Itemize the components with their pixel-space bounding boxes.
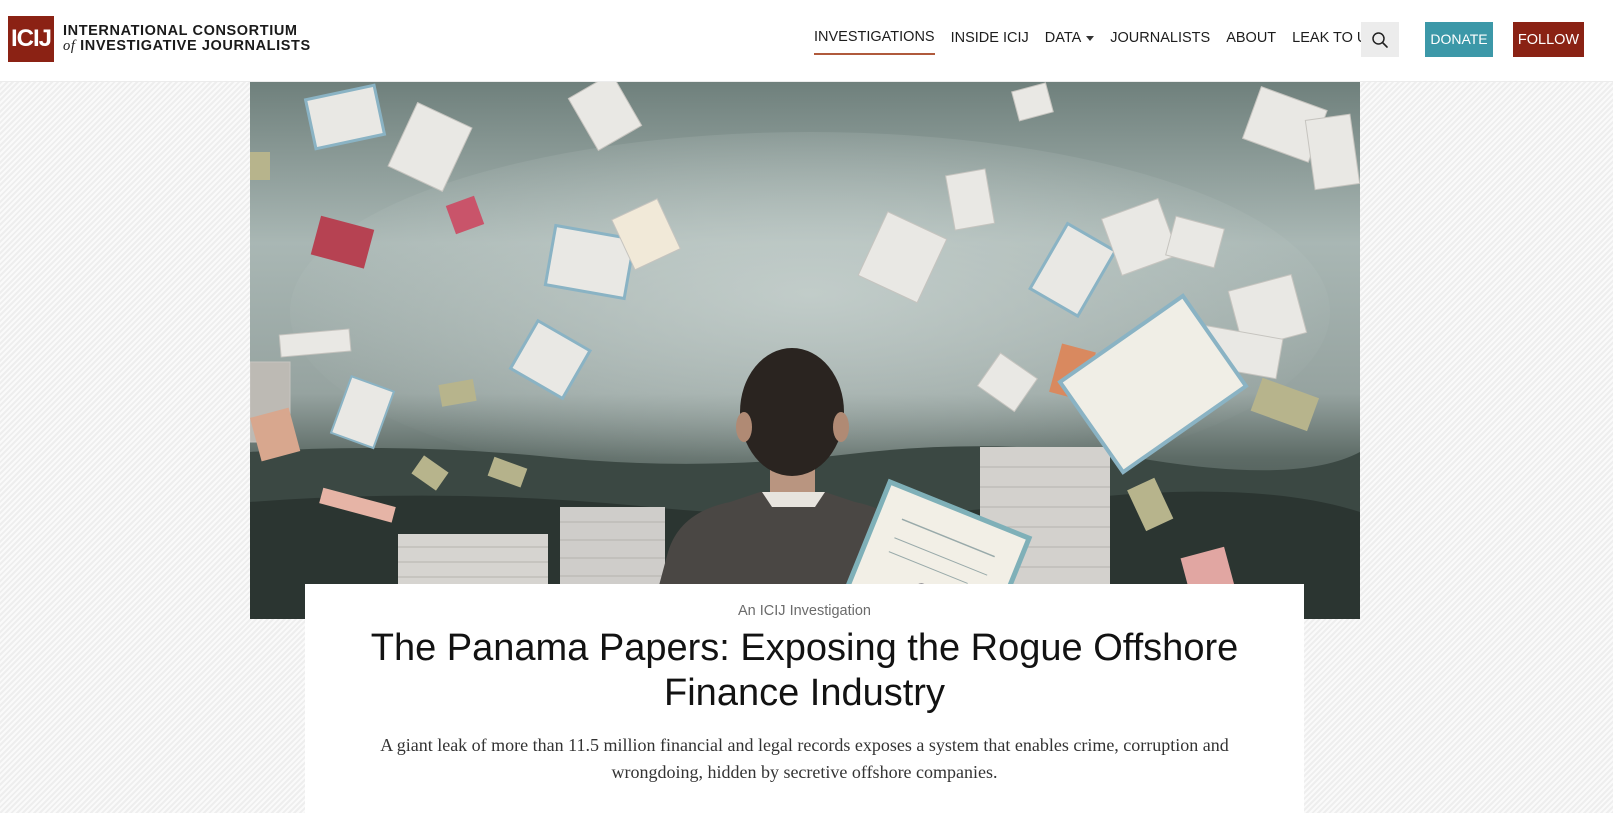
donate-button[interactable]: DONATE: [1425, 22, 1493, 57]
follow-button[interactable]: FOLLOW: [1513, 22, 1584, 57]
hero-illustration: [250, 82, 1360, 619]
nav-data-label: DATA: [1044, 30, 1082, 46]
logo-line-2: of INVESTIGATIVE JOURNALISTS: [63, 39, 311, 54]
logo-text: INTERNATIONAL CONSORTIUM of INVESTIGATIV…: [63, 24, 311, 54]
nav-investigations[interactable]: INVESTIGATIONS: [814, 23, 935, 55]
hero-image: [250, 82, 1360, 619]
search-button[interactable]: [1361, 22, 1399, 57]
nav-journalists[interactable]: JOURNALISTS: [1110, 24, 1210, 54]
nav-inside-icij[interactable]: INSIDE ICIJ: [951, 24, 1029, 54]
logo-mark: ICIJ: [8, 16, 54, 62]
site-logo[interactable]: ICIJ INTERNATIONAL CONSORTIUM of INVESTI…: [8, 16, 311, 62]
logo-of: of: [63, 38, 76, 54]
logo-line-1: INTERNATIONAL CONSORTIUM: [63, 23, 298, 39]
article-header-card: An ICIJ Investigation The Panama Papers:…: [305, 584, 1304, 813]
logo-line-2-rest: INVESTIGATIVE JOURNALISTS: [80, 38, 311, 54]
site-header: ICIJ INTERNATIONAL CONSORTIUM of INVESTI…: [0, 0, 1613, 82]
article-title: The Panama Papers: Exposing the Rogue Of…: [370, 627, 1239, 714]
nav-data[interactable]: DATA: [1045, 24, 1095, 54]
main-nav: INVESTIGATIONS INSIDE ICIJ DATA JOURNALI…: [814, 22, 1393, 56]
article-kicker: An ICIJ Investigation: [738, 603, 871, 619]
chevron-down-icon: [1086, 35, 1095, 41]
search-icon: [1372, 31, 1388, 48]
article-dek: A giant leak of more than 11.5 million f…: [380, 735, 1229, 782]
nav-about[interactable]: ABOUT: [1226, 24, 1276, 54]
